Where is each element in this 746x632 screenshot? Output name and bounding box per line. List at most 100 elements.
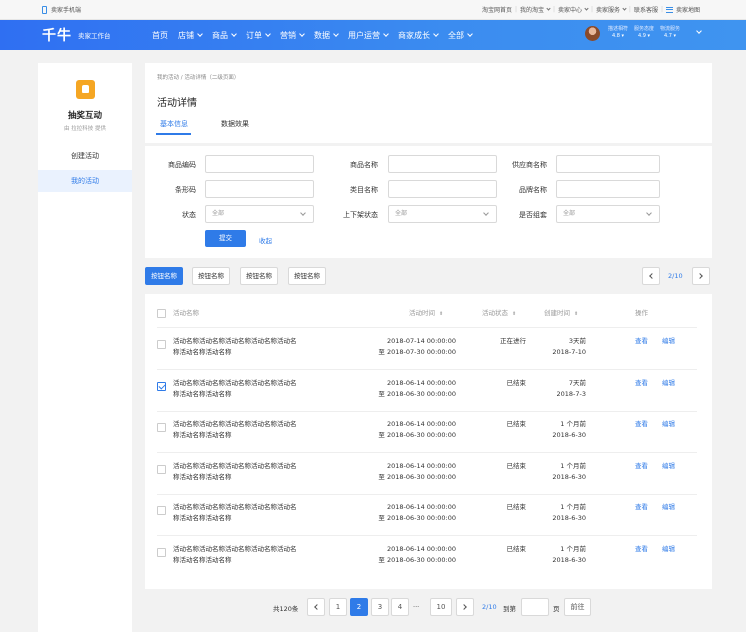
top-link-support[interactable]: 联系客服: [634, 5, 658, 14]
edit-link[interactable]: 编辑: [662, 544, 675, 555]
sidebar: 抽奖互动 由 拉拉科技 提供 创建活动 我的活动: [38, 63, 132, 632]
mobile-label: 卖家手机端: [51, 7, 82, 14]
view-link[interactable]: 查看: [635, 461, 648, 472]
th-status[interactable]: 活动状态 ⬍: [482, 307, 516, 317]
category-input[interactable]: [388, 180, 497, 198]
page-1[interactable]: 1: [329, 598, 347, 616]
goto-page-input[interactable]: [521, 598, 549, 616]
chevron-down-icon[interactable]: [696, 28, 702, 34]
view-link[interactable]: 查看: [635, 502, 648, 513]
label-combo: 是否组套: [519, 211, 547, 219]
th-time[interactable]: 活动时间 ⬍: [409, 307, 443, 317]
product-code-input[interactable]: [205, 155, 314, 173]
th-created[interactable]: 创建时间 ⬍: [544, 307, 578, 317]
active-tab-indicator: [156, 133, 191, 135]
pager-indicator: 2/10: [482, 603, 497, 611]
view-link[interactable]: 查看: [635, 378, 648, 389]
nav-all[interactable]: 全部: [448, 30, 473, 41]
collapse-link[interactable]: 收起: [259, 235, 272, 245]
view-link[interactable]: 查看: [635, 336, 648, 347]
edit-link[interactable]: 编辑: [662, 461, 675, 472]
created-time: 1 个月前 2018-6-30: [552, 544, 586, 564]
view-link[interactable]: 查看: [635, 419, 648, 430]
pager-next-button[interactable]: [456, 598, 474, 616]
activity-status: 正在进行: [500, 337, 526, 345]
label-barcode: 条形码: [175, 186, 196, 194]
main-nav: 千牛 卖家工作台 首页 店铺 商品 订单 营销 数据 用户运营 商家成长 全部 …: [0, 20, 746, 50]
status-select[interactable]: 全部: [205, 205, 314, 223]
nav-orders[interactable]: 订单: [246, 30, 271, 41]
row-checkbox[interactable]: [157, 547, 166, 557]
activity-name: 活动名称活动名称活动名称活动名称活动名 称活动名称活动名称: [173, 544, 297, 564]
edit-link[interactable]: 编辑: [662, 502, 675, 513]
nav-home[interactable]: 首页: [152, 30, 168, 41]
sidebar-item-my-activities[interactable]: 我的活动: [38, 170, 132, 192]
page-10[interactable]: 10: [430, 598, 452, 616]
shelf-status-select[interactable]: 全部: [388, 205, 497, 223]
sidebar-item-create[interactable]: 创建活动: [38, 145, 132, 167]
select-all-checkbox[interactable]: [157, 309, 166, 318]
action-button-3[interactable]: 按钮名称: [240, 267, 278, 285]
row-checkbox[interactable]: [157, 340, 166, 349]
nav-goods[interactable]: 商品: [212, 30, 237, 41]
barcode-input[interactable]: [205, 180, 314, 198]
tab-basic-info[interactable]: 基本信息: [160, 119, 188, 129]
top-link-seller-map[interactable]: 卖家地图: [676, 5, 700, 14]
view-link[interactable]: 查看: [635, 544, 648, 555]
created-time: 7天前 2018-7-3: [556, 378, 586, 398]
edit-link[interactable]: 编辑: [662, 378, 675, 389]
pager-prev-button[interactable]: [307, 598, 325, 616]
nav-data[interactable]: 数据: [314, 30, 339, 41]
edit-link[interactable]: 编辑: [662, 419, 675, 430]
page-2[interactable]: 2: [350, 598, 368, 616]
supplier-input[interactable]: [556, 155, 660, 173]
chevron-down-icon: [433, 31, 439, 37]
combo-select[interactable]: 全部: [556, 205, 660, 223]
divider: [157, 410, 697, 412]
brand-input[interactable]: [556, 180, 660, 198]
nav-growth[interactable]: 商家成长: [398, 30, 439, 41]
label-brand: 品牌名称: [519, 186, 547, 194]
tab-data-effect[interactable]: 数据效果: [221, 119, 249, 129]
label-product-code: 商品编码: [168, 161, 196, 169]
chevron-down-icon: [299, 31, 305, 37]
activity-name: 活动名称活动名称活动名称活动名称活动名 称活动名称活动名称: [173, 461, 297, 481]
page-4[interactable]: 4: [391, 598, 409, 616]
label-supplier: 供应商名称: [512, 161, 547, 169]
edit-link[interactable]: 编辑: [662, 336, 675, 347]
top-link-my-taobao[interactable]: 我的淘宝: [520, 5, 544, 14]
brand[interactable]: 千牛 卖家工作台: [42, 20, 111, 50]
menu-icon: [665, 6, 673, 13]
breadcrumb[interactable]: 我的活动 / 活动详情（二级页面）: [157, 73, 239, 81]
submit-button[interactable]: 提交: [205, 230, 246, 247]
top-link-seller-service[interactable]: 卖家服务: [596, 5, 620, 14]
next-page-button[interactable]: [692, 267, 710, 285]
nav-marketing[interactable]: 营销: [280, 30, 305, 41]
prev-page-button[interactable]: [642, 267, 660, 285]
top-link-taobao-home[interactable]: 淘宝网首页: [482, 5, 512, 14]
page-3[interactable]: 3: [371, 598, 389, 616]
goto-button[interactable]: 前往: [564, 598, 591, 616]
product-name-input[interactable]: [388, 155, 497, 173]
avatar[interactable]: [585, 26, 600, 41]
th-name: 活动名称: [173, 309, 199, 317]
action-button-1[interactable]: 按钮名称: [145, 267, 183, 285]
mobile-link[interactable]: 卖家手机端: [42, 5, 81, 14]
top-link-seller-center[interactable]: 卖家中心: [558, 5, 582, 14]
label-category: 类目名称: [350, 186, 378, 194]
row-checkbox[interactable]: [157, 506, 166, 515]
nav-shop[interactable]: 店铺: [178, 30, 203, 41]
nav-user-ops[interactable]: 用户运营: [348, 30, 389, 41]
action-button-2[interactable]: 按钮名称: [192, 267, 230, 285]
brand-logo: 千牛: [42, 28, 72, 44]
action-button-4[interactable]: 按钮名称: [288, 267, 326, 285]
activity-time: 2018-06-14 00:00:00 至 2018-06-30 00:00:00: [378, 503, 456, 522]
shop-scores[interactable]: 描述相符 4.8 ▾ 服务态度 4.9 ▾ 物流服务 4.7 ▾: [608, 26, 680, 40]
divider: [157, 369, 697, 370]
row-checkbox[interactable]: [157, 423, 166, 432]
row-checkbox[interactable]: [157, 381, 166, 391]
activity-time: 2018-06-14 00:00:00 至 2018-06-30 00:00:00: [378, 544, 456, 564]
activity-status: 已结束: [506, 461, 527, 470]
row-checkbox[interactable]: [157, 464, 166, 474]
phone-icon: [42, 5, 47, 14]
